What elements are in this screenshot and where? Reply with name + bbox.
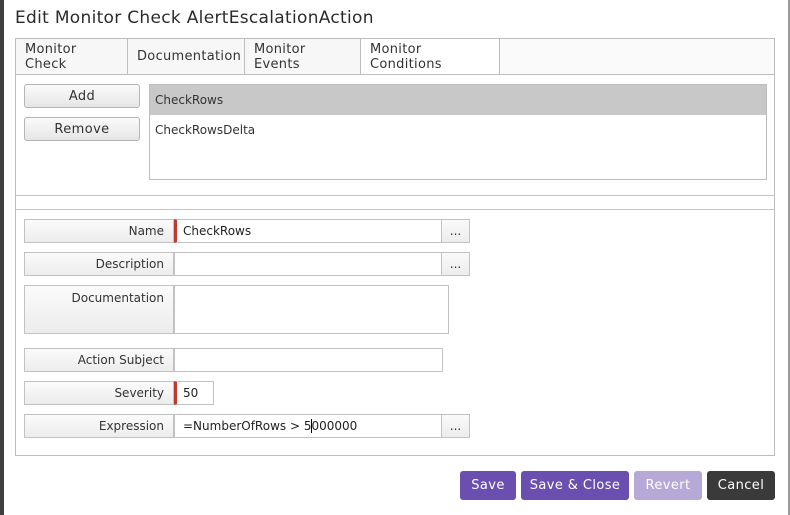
severity-field[interactable]: 50 xyxy=(174,381,214,405)
cancel-button[interactable]: Cancel xyxy=(707,471,775,500)
revert-button[interactable]: Revert xyxy=(634,471,702,500)
name-row: Name CheckRows ... xyxy=(24,219,470,243)
list-item[interactable]: CheckRowsDelta xyxy=(150,115,766,145)
remove-button[interactable]: Remove xyxy=(24,117,140,141)
documentation-row: Documentation xyxy=(24,285,449,334)
expression-text-after-caret: 000000 xyxy=(311,419,358,433)
save-button[interactable]: Save xyxy=(460,471,516,500)
divider xyxy=(16,209,774,210)
expression-text-before-caret: =NumberOfRows > 5 xyxy=(183,419,312,433)
description-row: Description ... xyxy=(24,252,470,276)
severity-row: Severity 50 xyxy=(24,381,214,405)
divider xyxy=(16,195,774,196)
action-subject-field[interactable] xyxy=(174,348,443,372)
expression-field[interactable]: =NumberOfRows > 5 000000 xyxy=(174,414,442,438)
name-field[interactable]: CheckRows xyxy=(174,219,442,243)
description-field[interactable] xyxy=(174,252,442,276)
add-button[interactable]: Add xyxy=(24,84,140,108)
documentation-label: Documentation xyxy=(24,285,174,334)
dialog-title: Edit Monitor Check AlertEscalationAction xyxy=(15,8,374,28)
list-item[interactable]: CheckRows xyxy=(150,85,766,115)
save-close-button[interactable]: Save & Close xyxy=(521,471,629,500)
tab-monitor-events[interactable]: Monitor Events xyxy=(245,39,361,74)
description-label: Description xyxy=(24,252,174,276)
description-ellipsis-button[interactable]: ... xyxy=(442,252,470,276)
tab-monitor-conditions[interactable]: Monitor Conditions xyxy=(361,39,500,74)
expression-row: Expression =NumberOfRows > 5 000000 ... xyxy=(24,414,470,438)
action-subject-row: Action Subject xyxy=(24,348,443,372)
conditions-list: CheckRows CheckRowsDelta xyxy=(149,84,767,180)
expression-ellipsis-button[interactable]: ... xyxy=(442,414,470,438)
name-ellipsis-button[interactable]: ... xyxy=(442,219,470,243)
tab-bar: Monitor Check Documentation Monitor Even… xyxy=(16,39,774,75)
tab-monitor-check[interactable]: Monitor Check xyxy=(16,39,128,74)
name-label: Name xyxy=(24,219,174,243)
tab-documentation[interactable]: Documentation xyxy=(128,39,245,74)
editor-panel: Monitor Check Documentation Monitor Even… xyxy=(15,38,775,456)
severity-label: Severity xyxy=(24,381,174,405)
action-subject-label: Action Subject xyxy=(24,348,174,372)
documentation-field[interactable] xyxy=(174,285,449,334)
expression-label: Expression xyxy=(24,414,174,438)
window-left-edge xyxy=(0,0,4,515)
